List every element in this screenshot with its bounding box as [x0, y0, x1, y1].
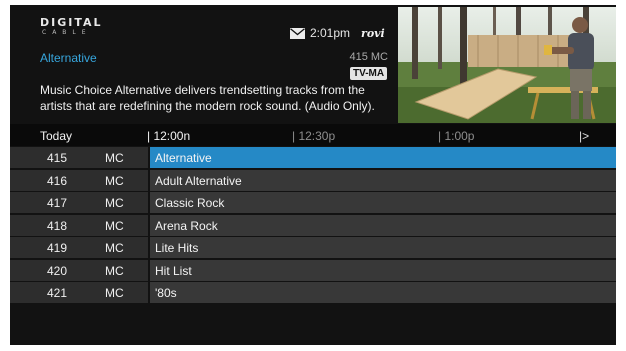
program-cell[interactable]: Arena Rock: [150, 214, 616, 236]
channel-number: 421: [47, 286, 68, 300]
timeline-bar: Today | 12:00n | 12:30p | 1:00p |>: [10, 124, 616, 146]
channel-network: MC: [105, 241, 124, 255]
channel-network: MC: [105, 263, 124, 278]
envelope-icon[interactable]: [290, 27, 305, 39]
channel-cell: 417 MC: [10, 192, 148, 213]
rovi-logo: rovi: [361, 26, 385, 40]
logo-top-text: DIGITAL: [40, 16, 103, 29]
channel-cell: 418 MC: [10, 214, 148, 236]
channel-number: 416: [47, 173, 68, 188]
channel-number: 420: [47, 263, 68, 278]
channel-row[interactable]: 416 MC Adult Alternative: [10, 169, 616, 191]
timeline-day: Today: [40, 129, 73, 143]
channel-cell: 419 MC: [10, 237, 148, 258]
channel-cell: 415 MC: [10, 147, 148, 168]
channel-network: MC: [105, 218, 124, 233]
program-cell[interactable]: Lite Hits: [150, 237, 616, 258]
channel-number: 417: [47, 196, 68, 210]
timeline-slot-100[interactable]: | 1:00p: [438, 129, 474, 143]
tv-guide-screen: DIGITAL CABLE 2:01pm rovi Alternative 41…: [10, 5, 616, 345]
channel-network: MC: [105, 196, 124, 210]
program-cell[interactable]: Alternative: [150, 147, 616, 168]
channel-cell: 421 MC: [10, 282, 148, 303]
channel-row[interactable]: 419 MC Lite Hits: [10, 237, 616, 258]
channel-number: 419: [47, 241, 68, 255]
status-area: 2:01pm rovi: [290, 26, 385, 40]
timeline-slot-1200[interactable]: | 12:00n: [147, 129, 190, 143]
rating-badge: TV-MA: [350, 67, 388, 80]
program-cell[interactable]: Classic Rock: [150, 192, 616, 213]
program-cell[interactable]: Adult Alternative: [150, 169, 616, 191]
channel-network: MC: [105, 151, 124, 165]
channel-network: MC: [105, 286, 124, 300]
program-cell[interactable]: Hit List: [150, 259, 616, 281]
channel-row[interactable]: 421 MC '80s: [10, 282, 616, 303]
channel-cell: 420 MC: [10, 259, 148, 281]
channel-number: 418: [47, 218, 68, 233]
logo-bottom-text: CABLE: [42, 29, 92, 36]
timeline-slot-1230[interactable]: | 12:30p: [292, 129, 335, 143]
channel-network: MC: [105, 173, 124, 188]
program-cell[interactable]: '80s: [150, 282, 616, 303]
channel-row[interactable]: 417 MC Classic Rock: [10, 192, 616, 213]
next-page-icon[interactable]: |>: [579, 129, 589, 143]
video-preview[interactable]: [398, 7, 616, 123]
channel-row[interactable]: 420 MC Hit List: [10, 259, 616, 281]
program-title: Alternative: [40, 51, 97, 65]
channel-number: 415: [47, 151, 68, 165]
program-description: Music Choice Alternative delivers trends…: [40, 83, 375, 113]
clock-time: 2:01pm: [310, 26, 351, 40]
digital-cable-logo: DIGITAL CABLE: [40, 17, 130, 47]
channel-cell: 416 MC: [10, 169, 148, 191]
program-channel: 415 MC: [349, 51, 388, 63]
channel-grid: 415 MC Alternative 416 MC Adult Alternat…: [10, 147, 616, 305]
channel-row[interactable]: 418 MC Arena Rock: [10, 214, 616, 236]
channel-row[interactable]: 415 MC Alternative: [10, 147, 616, 168]
